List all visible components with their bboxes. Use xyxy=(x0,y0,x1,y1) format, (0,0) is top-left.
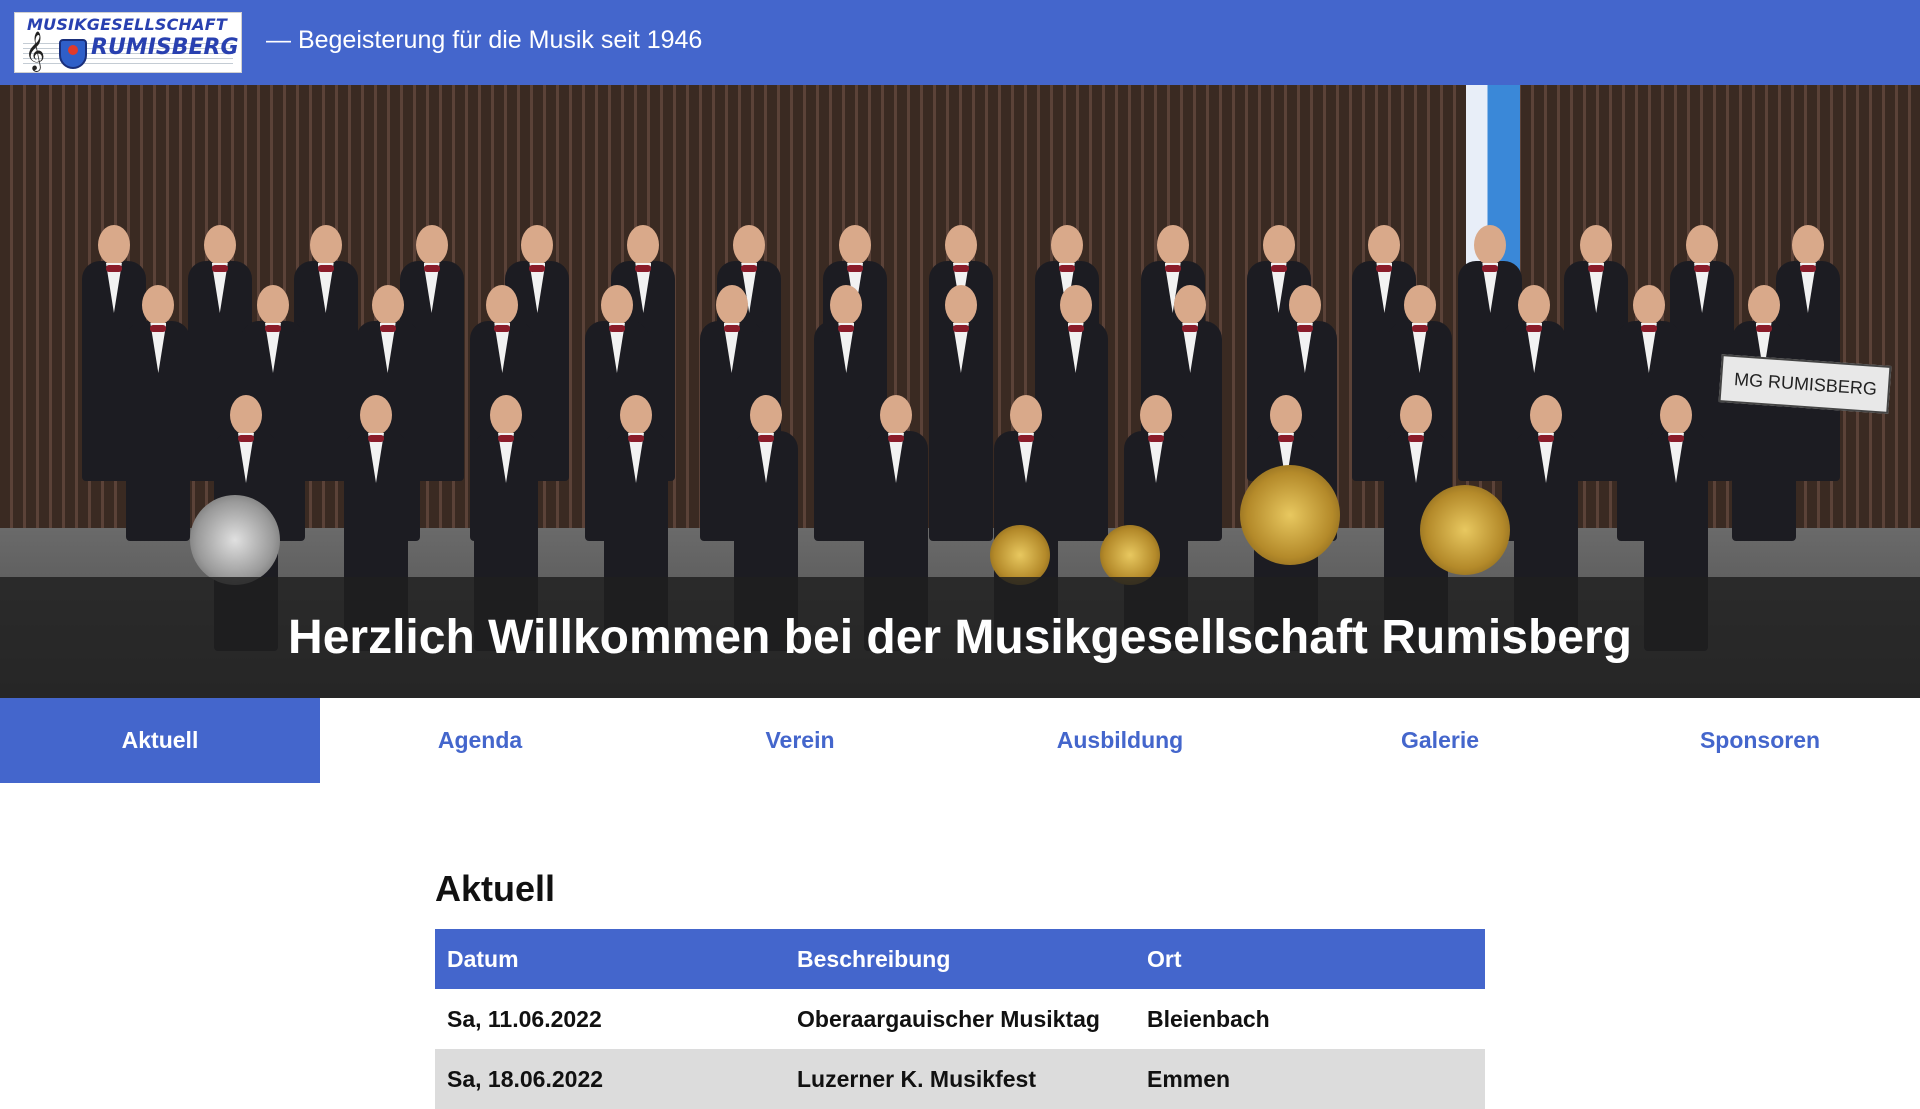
nav-item-aktuell[interactable]: Aktuell xyxy=(0,698,320,783)
table-row: Sa, 11.06.2022 Oberaargauischer Musiktag… xyxy=(435,989,1485,1049)
treble-clef-icon: 𝄞 xyxy=(25,32,46,70)
event-date: Sa, 11.06.2022 xyxy=(447,1005,602,1032)
page-title: Herzlich Willkommen bei der Musikgesells… xyxy=(288,611,1632,664)
main-content: Aktuell Datum Beschreibung Ort Sa, 11.06… xyxy=(435,868,1485,1109)
tuba-icon xyxy=(190,495,280,585)
nav-item-verein[interactable]: Verein xyxy=(640,698,960,783)
hero-sign-text: MG RUMISBERG xyxy=(1733,369,1878,399)
column-header-ort: Ort xyxy=(1147,945,1182,972)
logo-title-line2: RUMISBERG xyxy=(91,35,239,60)
tuba-icon xyxy=(1420,485,1510,575)
site-tagline: — Begeisterung für die Musik seit 1946 xyxy=(266,26,703,54)
nav-item-ausbildung[interactable]: Ausbildung xyxy=(960,698,1280,783)
column-header-beschreibung: Beschreibung xyxy=(797,945,951,972)
event-description: Oberaargauischer Musiktag xyxy=(797,1005,1100,1032)
event-date: Sa, 18.06.2022 xyxy=(447,1065,604,1092)
main-nav: Aktuell Agenda Verein Ausbildung Galerie… xyxy=(0,698,1920,783)
events-table: Datum Beschreibung Ort Sa, 11.06.2022 Ob… xyxy=(435,929,1485,1109)
crest-icon xyxy=(59,39,87,69)
tuba-icon xyxy=(1240,465,1340,565)
site-header: MUSIKGESELLSCHAFT 𝄞 RUMISBERG — Begeiste… xyxy=(0,0,1920,85)
horn-icon xyxy=(990,525,1050,585)
table-row: Sa, 18.06.2022 Luzerner K. Musikfest Emm… xyxy=(435,1049,1485,1109)
nav-item-sponsoren[interactable]: Sponsoren xyxy=(1600,698,1920,783)
event-location: Emmen xyxy=(1147,1065,1231,1092)
horn-icon xyxy=(1100,525,1160,585)
nav-item-agenda[interactable]: Agenda xyxy=(320,698,640,783)
hero-caption: Herzlich Willkommen bei der Musikgesells… xyxy=(0,577,1920,698)
table-header-row: Datum Beschreibung Ort xyxy=(435,929,1485,989)
section-title: Aktuell xyxy=(435,868,556,909)
event-description: Luzerner K. Musikfest xyxy=(797,1065,1036,1092)
logo-title-line1: MUSIKGESELLSCHAFT xyxy=(27,15,227,34)
site-logo[interactable]: MUSIKGESELLSCHAFT 𝄞 RUMISBERG xyxy=(14,12,242,73)
nav-item-galerie[interactable]: Galerie xyxy=(1280,698,1600,783)
hero-banner: MG RUMISBERG Herzlich Willkommen bei der… xyxy=(0,85,1920,698)
column-header-datum: Datum xyxy=(447,945,519,972)
event-location: Bleienbach xyxy=(1147,1005,1270,1032)
